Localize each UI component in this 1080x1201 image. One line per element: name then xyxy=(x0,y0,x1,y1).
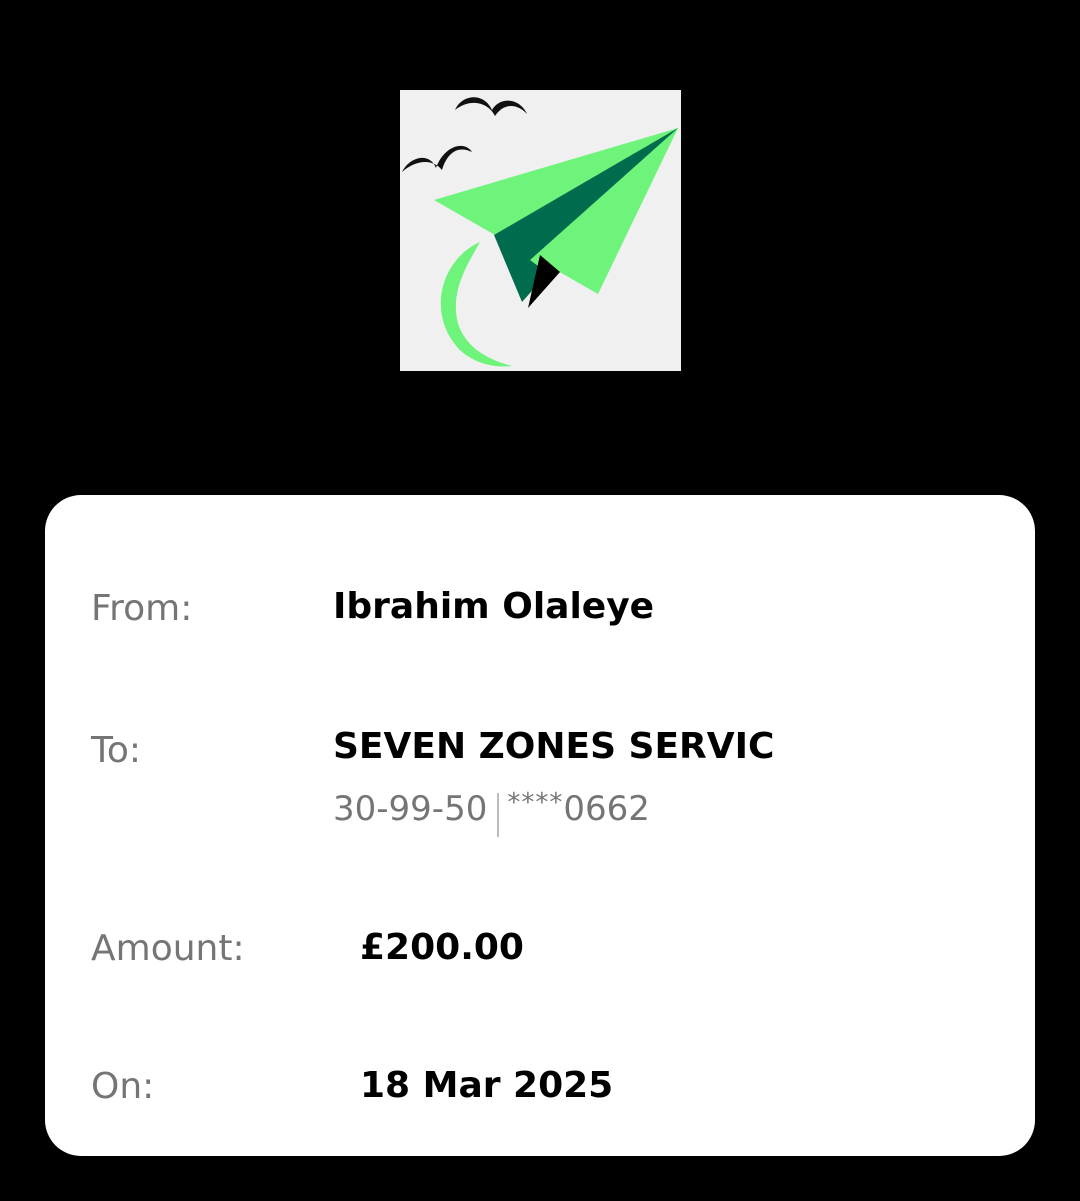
date-label: On: xyxy=(91,1066,155,1107)
account-divider xyxy=(497,793,500,837)
amount-value: £200.00 xyxy=(360,927,524,968)
bird-icon xyxy=(455,97,527,116)
from-value: Ibrahim Olaleye xyxy=(333,586,655,627)
bird-icon xyxy=(402,145,472,172)
to-label: To: xyxy=(91,730,142,771)
to-value: SEVEN ZONES SERVIC xyxy=(333,726,775,767)
sort-code: 30-99-50 xyxy=(333,789,488,829)
amount-label: Amount: xyxy=(91,928,245,969)
transfer-card: From: Ibrahim Olaleye To: SEVEN ZONES SE… xyxy=(45,495,1035,1156)
account-suffix: 0662 xyxy=(563,789,650,829)
paper-plane-logo xyxy=(400,90,681,371)
swoosh-icon xyxy=(440,242,512,367)
date-value: 18 Mar 2025 xyxy=(360,1065,614,1106)
account-details: 30-99-50 **** 0662 xyxy=(333,787,650,837)
account-mask: **** xyxy=(507,788,564,818)
from-label: From: xyxy=(91,588,193,629)
paper-plane-icon xyxy=(402,97,678,367)
